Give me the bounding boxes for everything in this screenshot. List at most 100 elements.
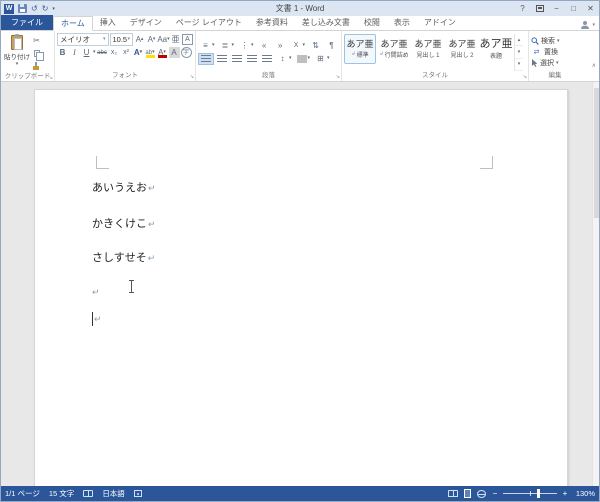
- asian-layout-button[interactable]: X▾: [289, 40, 308, 52]
- collapse-ribbon-icon[interactable]: ∧: [592, 62, 596, 69]
- increase-indent-button[interactable]: »: [273, 40, 288, 52]
- tab-page-layout[interactable]: ページ レイアウト: [169, 15, 249, 30]
- style-item-heading2[interactable]: あア亜 見出し 2: [446, 34, 478, 64]
- highlight-color-button[interactable]: ab▾: [145, 47, 156, 58]
- style-item-title[interactable]: あア亜 表題: [480, 34, 512, 64]
- italic-button[interactable]: I: [69, 47, 80, 58]
- underline-options-icon[interactable]: ▾: [93, 50, 96, 55]
- close-button[interactable]: ✕: [582, 1, 599, 16]
- page[interactable]: あいうえお↵ かきくけこ↵ さしすせそ↵ ↵ ↵: [34, 89, 568, 486]
- word-count-indicator[interactable]: 15 文字: [49, 488, 74, 499]
- sort-button[interactable]: ⇅: [308, 40, 323, 52]
- text-line[interactable]: あいうえお↵: [92, 182, 156, 195]
- undo-icon[interactable]: ↺: [31, 5, 38, 13]
- enclose-characters-button[interactable]: 字: [181, 47, 192, 58]
- show-formatting-marks-button[interactable]: ¶: [324, 40, 339, 52]
- underline-button[interactable]: U: [81, 47, 92, 58]
- tab-home[interactable]: ホーム: [53, 16, 93, 31]
- justify-button[interactable]: [245, 53, 259, 65]
- superscript-button[interactable]: x²: [121, 47, 132, 58]
- page-number-indicator[interactable]: 1/1 ページ: [5, 488, 40, 499]
- copy-button[interactable]: [31, 48, 42, 59]
- dialog-launcher-icon[interactable]: ↘: [336, 75, 340, 80]
- zoom-slider-thumb[interactable]: [537, 489, 540, 498]
- print-layout-button[interactable]: [464, 489, 471, 498]
- maximize-button[interactable]: □: [565, 1, 582, 16]
- paste-button[interactable]: 貼り付け ▾: [3, 33, 31, 72]
- bullets-button[interactable]: ≡▾: [198, 40, 217, 52]
- tab-references[interactable]: 参考資料: [249, 15, 295, 30]
- dialog-launcher-icon[interactable]: ↘: [190, 75, 194, 80]
- select-button[interactable]: 選択 ▾: [531, 58, 579, 68]
- language-indicator[interactable]: 日本語: [102, 488, 125, 499]
- character-border-button[interactable]: A: [182, 34, 193, 45]
- tab-addins[interactable]: アドイン: [417, 15, 463, 30]
- paragraph-group-label: 段落↘: [196, 71, 341, 81]
- scrollbar-thumb[interactable]: [594, 88, 599, 218]
- format-painter-button[interactable]: [31, 61, 42, 72]
- chevron-down-icon: ▾: [16, 62, 19, 67]
- format-painter-icon: [32, 62, 41, 71]
- gallery-more-icon[interactable]: ▾: [515, 59, 523, 71]
- zoom-level[interactable]: 130%: [571, 489, 595, 498]
- shrink-font-button[interactable]: A▾: [146, 34, 157, 45]
- text-line[interactable]: かきくけこ↵: [92, 218, 156, 231]
- ribbon-display-options-button[interactable]: [531, 1, 548, 16]
- align-center-button[interactable]: [215, 53, 229, 65]
- tab-design[interactable]: デザイン: [123, 15, 169, 30]
- macro-record-icon[interactable]: [134, 490, 142, 497]
- sign-in-button[interactable]: ▾: [580, 20, 599, 30]
- save-icon[interactable]: [18, 4, 27, 13]
- borders-button[interactable]: ⊞▾: [313, 53, 332, 65]
- style-item-normal[interactable]: あア亜 ↲標準: [344, 34, 376, 64]
- zoom-out-button[interactable]: −: [489, 489, 501, 498]
- read-mode-button[interactable]: [448, 490, 458, 497]
- proofing-status-icon[interactable]: [83, 490, 93, 497]
- change-case-button[interactable]: Aa▾: [158, 34, 169, 45]
- font-name-select[interactable]: メイリオ▾: [57, 33, 109, 46]
- subscript-button[interactable]: x₂: [109, 47, 120, 58]
- tab-insert[interactable]: 挿入: [93, 15, 123, 30]
- multilevel-list-button[interactable]: ⋮▾: [237, 40, 256, 52]
- dialog-launcher-icon[interactable]: ↘: [523, 75, 527, 80]
- tab-review[interactable]: 校閲: [357, 15, 387, 30]
- web-layout-button[interactable]: [477, 490, 486, 498]
- decrease-indent-button[interactable]: «: [257, 40, 272, 52]
- grow-font-button[interactable]: A▴: [134, 34, 145, 45]
- cut-button[interactable]: ✂: [31, 35, 42, 46]
- font-color-button[interactable]: A▾: [157, 47, 168, 58]
- text-line[interactable]: ↵: [92, 286, 100, 299]
- zoom-slider[interactable]: [503, 493, 557, 494]
- dialog-launcher-icon[interactable]: ↘: [49, 76, 53, 81]
- character-shading-button[interactable]: A: [169, 47, 180, 58]
- text-line[interactable]: さしすせそ↵: [92, 252, 155, 265]
- find-button[interactable]: 検索 ▾: [531, 36, 579, 46]
- style-item-no-spacing[interactable]: あア亜 ↲行間詰め: [378, 34, 410, 64]
- gallery-scroll-up-icon[interactable]: ▴: [515, 34, 523, 46]
- minimize-button[interactable]: −: [548, 1, 565, 16]
- font-size-select[interactable]: 10.5▾: [110, 33, 134, 46]
- bold-button[interactable]: B: [57, 47, 68, 58]
- qat-customize-icon[interactable]: ▾: [52, 6, 55, 12]
- align-left-button[interactable]: [198, 53, 214, 65]
- zoom-in-button[interactable]: +: [559, 489, 571, 498]
- numbering-button[interactable]: ≣▾: [218, 40, 237, 52]
- strikethrough-button[interactable]: abc: [97, 47, 108, 58]
- tab-file[interactable]: ファイル: [1, 15, 53, 30]
- chevron-down-icon: ▾: [127, 37, 130, 42]
- vertical-scrollbar[interactable]: [592, 82, 599, 486]
- replace-button[interactable]: ⇄ 置換: [531, 47, 579, 57]
- line-spacing-button[interactable]: ↕▾: [275, 53, 294, 65]
- gallery-scroll-down-icon[interactable]: ▾: [515, 46, 523, 58]
- tab-view[interactable]: 表示: [387, 15, 417, 30]
- align-right-button[interactable]: [230, 53, 244, 65]
- redo-icon[interactable]: ↻: [42, 5, 49, 13]
- distribute-button[interactable]: [260, 53, 274, 65]
- help-button[interactable]: ?: [514, 1, 531, 16]
- style-item-heading1[interactable]: あア亜 見出し 1: [412, 34, 444, 64]
- shading-button[interactable]: ▾: [295, 53, 313, 65]
- text-effects-button[interactable]: A▾: [133, 47, 144, 58]
- word-window: W ↺ ↻ ▾ 文書 1 - Word ? − □ ✕ ファイル ホーム 挿入 …: [0, 0, 600, 502]
- tab-mailings[interactable]: 差し込み文書: [295, 15, 357, 30]
- ruby-button[interactable]: 亜: [170, 34, 181, 45]
